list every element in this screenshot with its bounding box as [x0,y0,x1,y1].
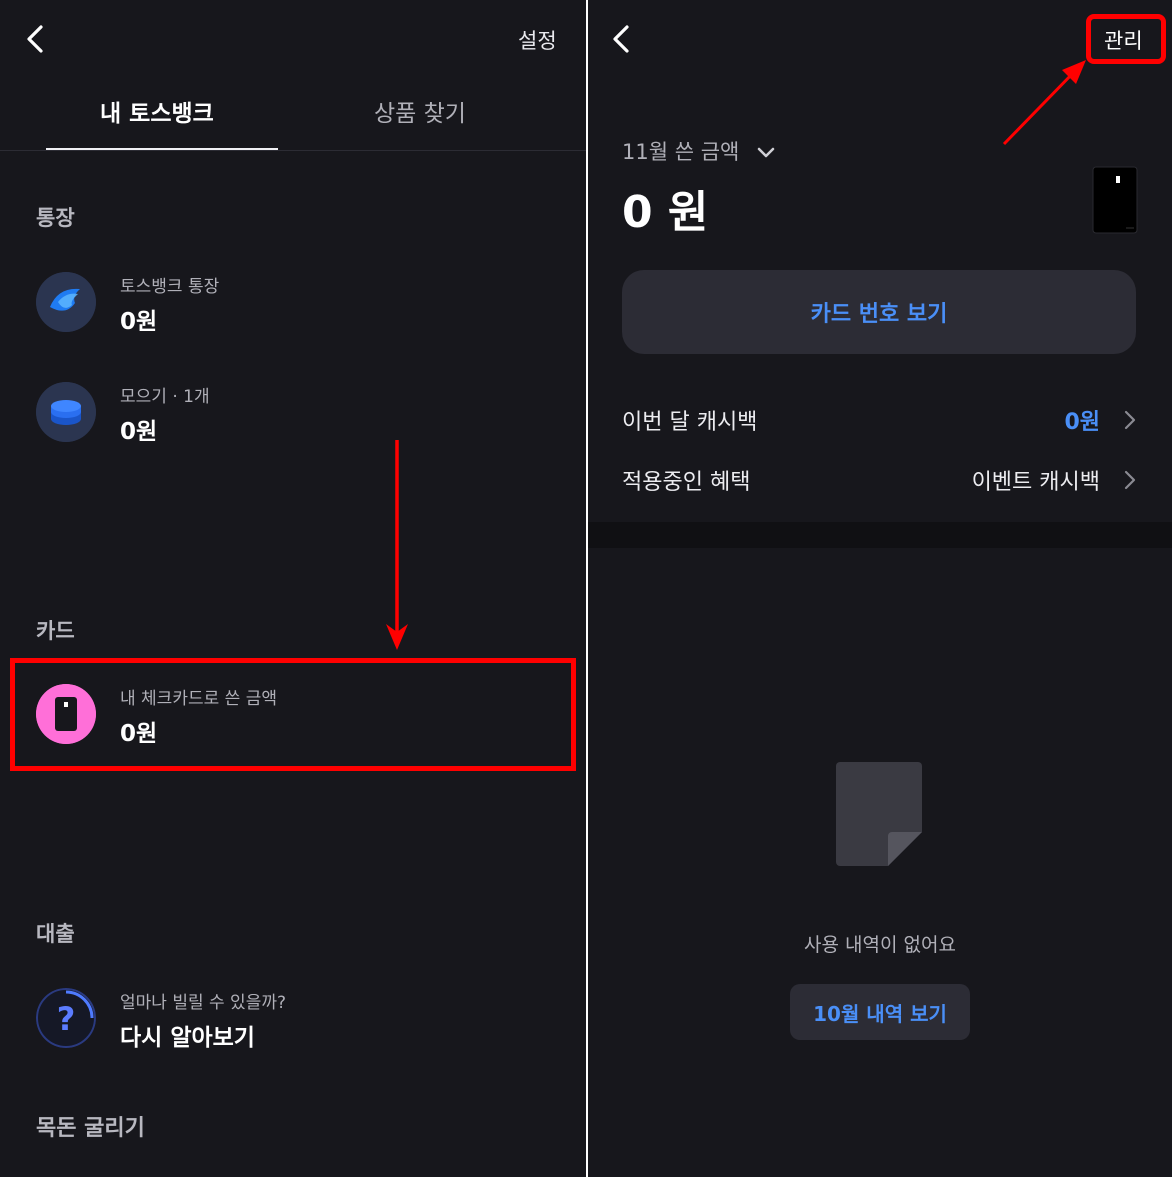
section-title-savings: 목돈 굴리기 [36,1116,145,1141]
savings-box-name: 모으기 · 1개 [120,387,210,407]
question-icon: ? [36,988,96,1048]
right-screen: 관리 11월 쓴 금액 0 원 카드 번호 보기 이번 달 캐시백 0원 적용중… [588,0,1172,1177]
section-title-account: 통장 [36,206,75,230]
manage-button[interactable]: 관리 [1104,25,1143,55]
account-name: 토스뱅크 통장 [120,277,220,297]
month-label: 11월 쓴 금액 [622,140,740,164]
back-arrow-icon[interactable] [610,24,634,54]
account-balance: 0원 [120,309,158,335]
settings-link[interactable]: 설정 [518,25,557,55]
card-thumbnail[interactable] [1092,166,1138,238]
chevron-right-icon [1124,470,1136,490]
savings-box-balance: 0원 [120,419,158,445]
cashback-row[interactable]: 이번 달 캐시백 0원 [588,394,1172,444]
month-selector[interactable]: 11월 쓴 금액 [622,136,776,166]
coins-stack-icon [36,382,96,442]
card-icon [36,684,96,744]
card-item-check-card[interactable]: 내 체크카드로 쓴 금액 0원 [15,664,571,765]
annotation-arrow-up-right [1000,56,1090,152]
chevron-right-icon [1124,410,1136,430]
cashback-row-label: 이번 달 캐시백 [622,410,758,435]
left-screen: 설정 내 토스뱅크 상품 찾기 통장 토스뱅크 통장 0원 모으기 · 1개 0… [0,0,586,1177]
svg-text:?: ? [57,1000,76,1038]
view-card-number-button[interactable]: 카드 번호 보기 [622,270,1136,354]
view-october-history-button[interactable]: 10월 내역 보기 [790,984,970,1040]
section-separator [588,522,1172,548]
spent-amount: 0 원 [622,187,709,238]
card-item-amount: 0원 [120,721,158,747]
tab-my-tossbank[interactable]: 내 토스뱅크 [100,94,214,128]
cashback-row-value: 0원 [1064,410,1100,435]
section-title-card: 카드 [36,619,75,643]
loan-item-action: 다시 알아보기 [120,1025,255,1051]
annotation-arrow-down [384,438,410,656]
account-item-savings-box[interactable]: 모으기 · 1개 0원 [0,368,586,458]
card-item-label: 내 체크카드로 쓴 금액 [120,689,277,709]
benefit-row-label: 적용중인 혜택 [622,470,751,495]
empty-state-message: 사용 내역이 없어요 [804,934,956,956]
tab-divider [0,150,586,151]
account-item-tossbank[interactable]: 토스뱅크 통장 0원 [0,258,586,348]
benefit-row[interactable]: 적용중인 혜택 이벤트 캐시백 [588,454,1172,504]
loan-item[interactable]: ? 얼마나 빌릴 수 있을까? 다시 알아보기 [0,974,586,1064]
back-arrow-icon[interactable] [24,24,48,54]
benefit-row-value: 이벤트 캐시백 [971,470,1100,495]
tab-find-products[interactable]: 상품 찾기 [374,94,466,128]
section-title-loan: 대출 [36,922,75,946]
empty-document-icon [834,760,924,872]
chevron-down-icon [756,141,776,165]
loan-item-label: 얼마나 빌릴 수 있을까? [120,993,286,1013]
tossbank-logo-icon [36,272,96,332]
